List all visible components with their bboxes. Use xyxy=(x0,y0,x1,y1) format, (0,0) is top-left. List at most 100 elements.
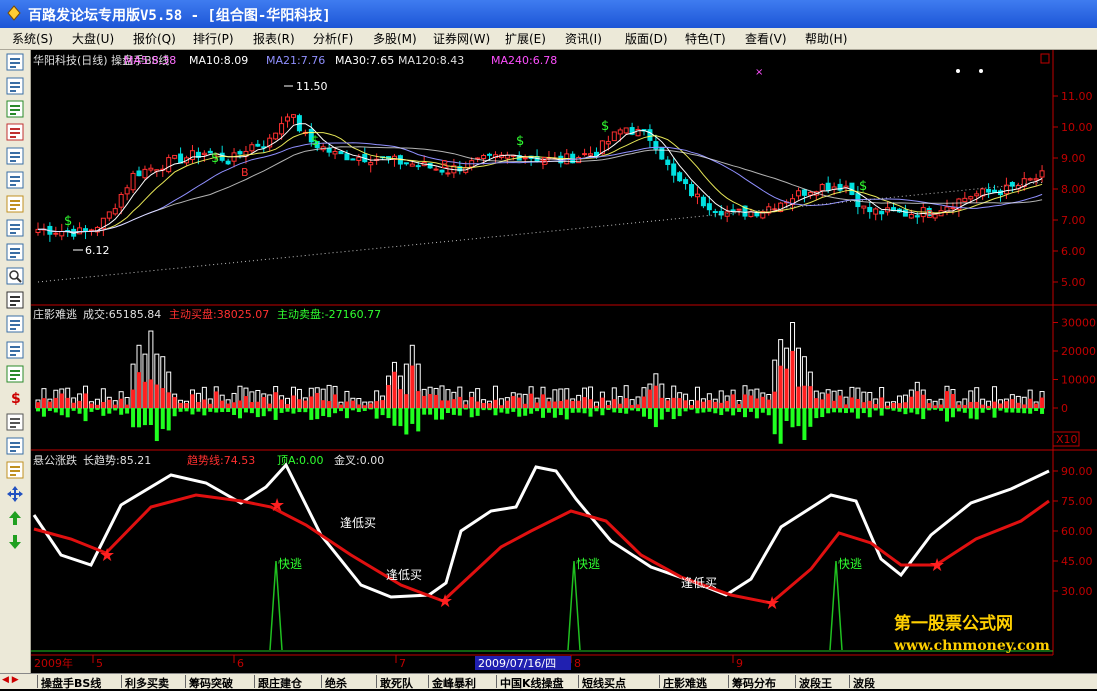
sell-volume-bar xyxy=(493,408,498,416)
tab-indicator-11[interactable]: 波段王 xyxy=(799,675,832,691)
sell-volume-bar xyxy=(315,408,320,420)
buy-volume-bar xyxy=(974,401,979,408)
candle-body xyxy=(665,159,671,166)
candle-body xyxy=(974,193,980,197)
trend-panel-title: 悬公涨跌 xyxy=(33,453,77,467)
up-arrow-icon[interactable] xyxy=(6,509,24,527)
sell-volume-bar xyxy=(529,408,534,414)
sell-volume-bar xyxy=(95,408,100,410)
export-icon[interactable] xyxy=(6,437,24,455)
dollar-icon[interactable]: $ xyxy=(6,389,24,407)
menu-item-1[interactable]: 大盘(U) xyxy=(72,30,114,47)
sell-volume-bar xyxy=(392,408,397,426)
trend-tick-label: 60.00 xyxy=(1061,525,1093,538)
report-icon[interactable] xyxy=(6,53,24,71)
stock-chart-svg[interactable]: 华阳科技(日线) 操盘手BS线MA5:8.38 MA10:8.09 MA21:7.7… xyxy=(31,50,1097,674)
candle-body xyxy=(986,188,992,193)
menu-item-11[interactable]: 特色(T) xyxy=(685,30,726,47)
buy-volume-bar xyxy=(154,384,159,408)
candle-body xyxy=(403,162,409,165)
tab-indicator-8[interactable]: 短线买点 xyxy=(582,675,626,691)
menu-item-6[interactable]: 多股(M) xyxy=(373,30,417,47)
wrench-icon[interactable] xyxy=(6,413,24,431)
tab-indicator-1[interactable]: 利多买卖 xyxy=(125,675,169,691)
table-icon[interactable] xyxy=(6,77,24,95)
tab-indicator-7[interactable]: 中国K线操盘 xyxy=(500,675,564,691)
buy-volume-bar xyxy=(65,397,70,408)
sell-volume-bar xyxy=(778,408,783,444)
buy-volume-bar xyxy=(731,394,736,408)
sell-volume-bar xyxy=(440,408,444,420)
buy-volume-bar xyxy=(315,392,320,408)
sell-volume-bar xyxy=(255,408,260,418)
tab-indicator-10[interactable]: 筹码分布 xyxy=(732,675,776,691)
tab-indicator-4[interactable]: 绝杀 xyxy=(325,675,347,691)
menu-item-8[interactable]: 扩展(E) xyxy=(505,30,546,47)
wave-icon[interactable] xyxy=(6,315,24,333)
candle-body xyxy=(350,158,356,161)
candle-body xyxy=(950,207,956,210)
sell-volume-bar xyxy=(249,408,254,414)
menu-item-7[interactable]: 证券网(W) xyxy=(433,30,490,47)
people-icon[interactable] xyxy=(6,219,24,237)
rsi-icon[interactable] xyxy=(6,341,24,359)
menu-item-9[interactable]: 资讯(I) xyxy=(565,30,602,47)
buy-volume-bar xyxy=(748,395,753,408)
candle-body xyxy=(1003,184,1009,195)
menu-item-3[interactable]: 排行(P) xyxy=(193,30,234,47)
search-icon[interactable] xyxy=(6,267,24,285)
sell-volume-bar xyxy=(36,408,40,412)
price-tick-label: 8.00 xyxy=(1061,183,1086,196)
long-trend-label: 长趋势:85.21 xyxy=(83,454,151,467)
tab-indicator-9[interactable]: 庄影难逃 xyxy=(663,675,707,691)
candle-body xyxy=(285,116,291,122)
sell-volume-bar xyxy=(802,408,807,441)
candle-body xyxy=(736,208,742,211)
buy-volume-bar xyxy=(873,404,878,408)
chart-area[interactable]: 华阳科技(日线) 操盘手BS线 MA5:8.38 MA10:8.09 MA21:7.7… xyxy=(31,50,1097,674)
buy-volume-bar xyxy=(600,397,605,408)
list-icon[interactable] xyxy=(6,147,24,165)
sell-volume-bar xyxy=(855,408,860,419)
menu-item-13[interactable]: 帮助(H) xyxy=(805,30,847,47)
news-icon[interactable] xyxy=(6,195,24,213)
tab-indicator-12[interactable]: 波段 xyxy=(853,675,875,691)
sell-volume-bar xyxy=(950,408,955,418)
tab-scroll-arrows-icon[interactable]: ◀ ▶ xyxy=(2,675,19,685)
candle-body xyxy=(427,162,433,169)
tab-indicator-0[interactable]: 操盘手BS线 xyxy=(41,675,101,691)
candle-body xyxy=(290,114,296,118)
candle-body xyxy=(172,154,178,159)
menu-item-0[interactable]: 系统(S) xyxy=(12,30,53,47)
tab-indicator-5[interactable]: 敢死队 xyxy=(380,675,413,691)
sell-volume-bar xyxy=(279,408,284,413)
buy-volume-bar xyxy=(1010,399,1015,408)
tab-indicator-2[interactable]: 筹码突破 xyxy=(189,675,233,691)
menu-item-12[interactable]: 查看(V) xyxy=(745,30,787,47)
down-arrow-icon[interactable] xyxy=(6,533,24,551)
candle-body xyxy=(694,193,700,198)
line-chart-icon[interactable] xyxy=(6,100,24,118)
menu-item-5[interactable]: 分析(F) xyxy=(313,30,353,47)
candle-body xyxy=(59,230,65,237)
buy-volume-bar xyxy=(897,403,902,408)
menu-item-2[interactable]: 报价(Q) xyxy=(133,30,176,47)
candle-chart-icon[interactable] xyxy=(6,123,24,141)
grid-icon[interactable] xyxy=(6,171,24,189)
etf-icon[interactable] xyxy=(6,291,24,309)
candle-body xyxy=(118,193,124,208)
tab-indicator-3[interactable]: 跟庄建仓 xyxy=(258,675,302,691)
buy-volume-bar xyxy=(808,386,813,408)
sell-volume-bar xyxy=(707,408,712,412)
formula-icon[interactable] xyxy=(6,243,24,261)
dot-marker xyxy=(979,69,983,73)
sell-volume-bar xyxy=(909,408,914,413)
tab-indicator-6[interactable]: 金峰暴利 xyxy=(432,675,476,691)
buy-volume-bar xyxy=(434,394,439,408)
pencil-icon[interactable] xyxy=(6,461,24,479)
move-icon[interactable] xyxy=(6,485,24,503)
refresh-icon[interactable] xyxy=(6,365,24,383)
menu-item-4[interactable]: 报表(R) xyxy=(253,30,295,47)
menu-item-10[interactable]: 版面(D) xyxy=(625,30,668,47)
sell-volume-bar xyxy=(570,408,575,413)
